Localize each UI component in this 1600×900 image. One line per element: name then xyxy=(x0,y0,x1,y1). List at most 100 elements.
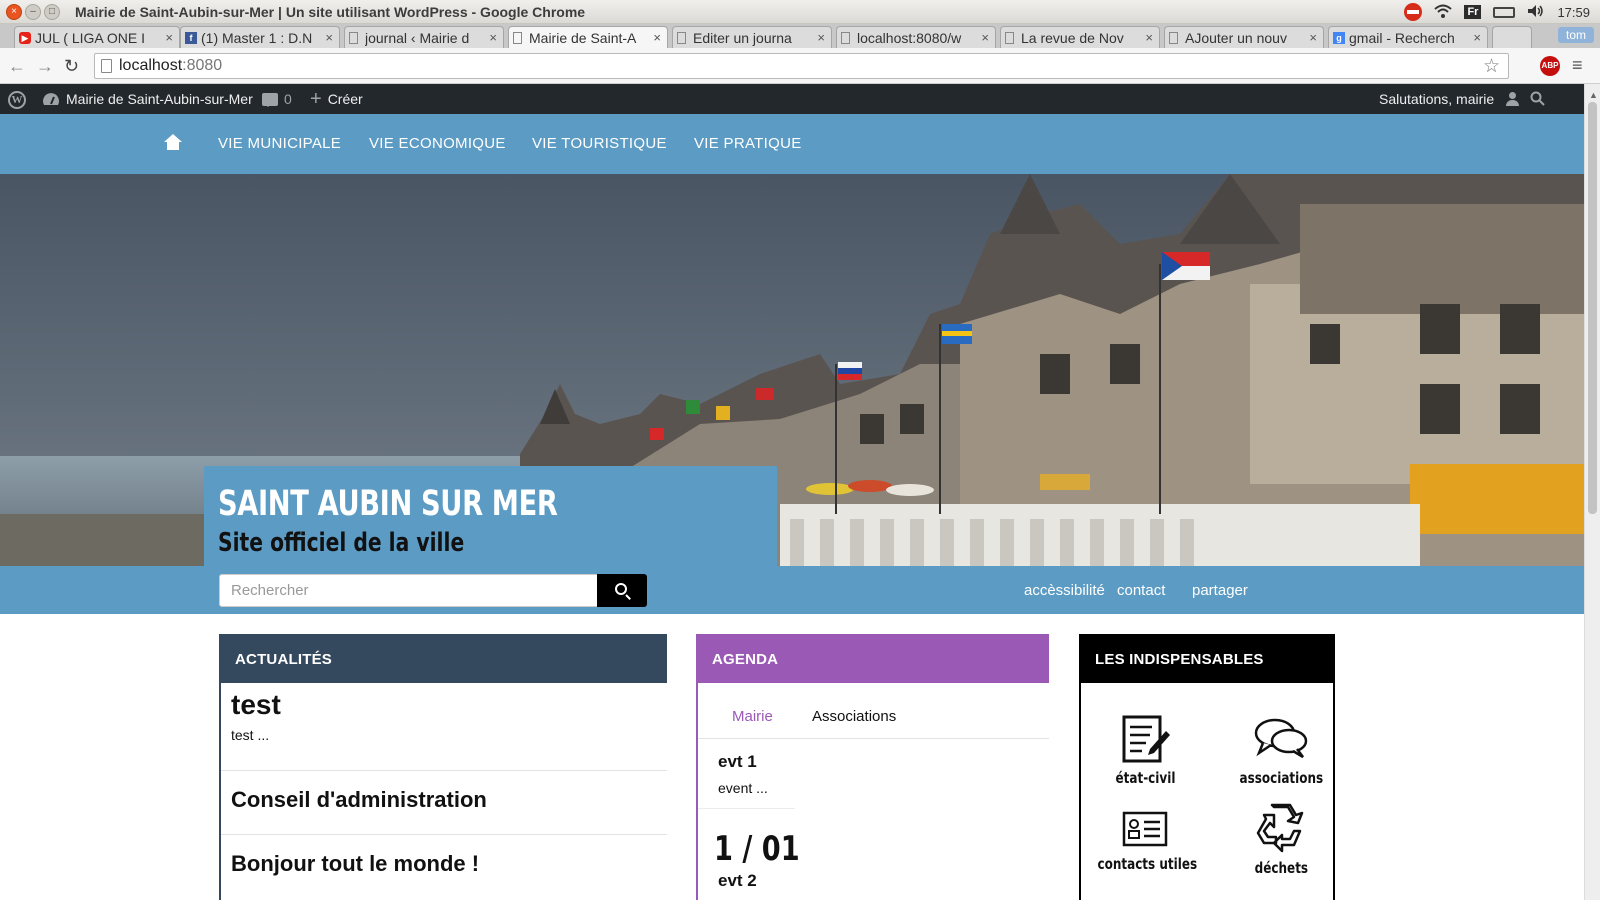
search-icon xyxy=(615,583,627,595)
event-description: event ... xyxy=(718,780,768,796)
news-widget: ACTUALITÉS test test ... Conseil d'admin… xyxy=(219,634,667,900)
news-item[interactable]: Conseil d'administration xyxy=(221,771,667,835)
news-item-excerpt: test ... xyxy=(231,727,270,743)
page-info-icon[interactable] xyxy=(101,59,112,73)
indispensable-dechets[interactable]: déchets xyxy=(1221,801,1341,878)
nav-vie-municipale[interactable]: VIE MUNICIPALE xyxy=(218,135,341,152)
volume-icon[interactable] xyxy=(1527,4,1545,21)
close-tab-icon[interactable]: × xyxy=(325,30,333,45)
tab-label: Mairie de Saint-A xyxy=(529,30,637,46)
page-viewport: W Mairie de Saint-Aubin-sur-Mer 0 + Crée… xyxy=(0,84,1584,900)
news-item[interactable]: Bonjour tout le monde ! xyxy=(221,835,667,895)
browser-tab[interactable]: La revue de Nov × xyxy=(1000,26,1160,48)
admin-create-link[interactable]: + Créer xyxy=(310,89,363,109)
agenda-body: Mairie Associations evt 1 event ... 1 / … xyxy=(696,683,1049,900)
page-icon xyxy=(349,32,358,44)
browser-tab[interactable]: ▶ JUL ( LIGA ONE I × xyxy=(14,26,180,48)
close-tab-icon[interactable]: × xyxy=(1145,30,1153,45)
wordpress-icon: W xyxy=(8,91,26,109)
comments-count: 0 xyxy=(284,91,292,107)
admin-site-link[interactable]: Mairie de Saint-Aubin-sur-Mer xyxy=(42,91,253,107)
indispensable-contacts-utiles[interactable]: contacts utiles xyxy=(1085,807,1205,874)
close-tab-icon[interactable]: × xyxy=(489,30,497,45)
indispensables-widget: LES INDISPENSABLES état-civil associatio… xyxy=(1079,634,1335,900)
news-item[interactable]: test test ... xyxy=(221,683,667,771)
url-text[interactable]: localhost:8080 xyxy=(119,57,222,75)
window-title: Mairie de Saint-Aubin-sur-Mer | Un site … xyxy=(75,4,586,20)
page-scrollbar[interactable]: ▲ xyxy=(1584,84,1600,900)
admin-site-name: Mairie de Saint-Aubin-sur-Mer xyxy=(66,91,253,107)
nav-vie-economique[interactable]: VIE ECONOMIQUE xyxy=(369,135,506,152)
news-item-title[interactable]: Conseil d'administration xyxy=(231,787,657,813)
nav-vie-touristique[interactable]: VIE TOURISTIQUE xyxy=(532,135,667,152)
home-icon[interactable] xyxy=(164,134,182,150)
scrollbar-thumb[interactable] xyxy=(1588,102,1597,514)
browser-tab[interactable]: journal ‹ Mairie d × xyxy=(344,26,504,48)
news-heading: ACTUALITÉS xyxy=(219,634,667,683)
nav-vie-pratique[interactable]: VIE PRATIQUE xyxy=(694,135,802,152)
news-item-title[interactable]: Bonjour tout le monde ! xyxy=(231,851,657,877)
reload-icon[interactable]: ↻ xyxy=(64,56,79,77)
search-input[interactable] xyxy=(219,574,598,607)
close-tab-icon[interactable]: × xyxy=(817,30,825,45)
profile-button[interactable]: tom xyxy=(1557,27,1594,43)
agenda-tabs: Mairie Associations xyxy=(698,683,1049,739)
search-submit-button[interactable] xyxy=(597,574,647,607)
accessibility-link[interactable]: accèssibilité xyxy=(1024,582,1105,599)
browser-tab[interactable]: localhost:8080/w × xyxy=(836,26,996,48)
browser-tab[interactable]: f (1) Master 1 : D.N × xyxy=(180,26,340,48)
browser-tab[interactable]: AJouter un nouv × xyxy=(1164,26,1324,48)
browser-tab[interactable]: g gmail - Recherch × xyxy=(1328,26,1488,48)
window-close-button[interactable]: × xyxy=(6,4,22,20)
browser-tab[interactable]: Editer un journa × xyxy=(672,26,832,48)
user-avatar-icon xyxy=(1506,92,1520,106)
wordpress-logo-button[interactable]: W xyxy=(8,91,26,109)
admin-greeting: Salutations, mairie xyxy=(1379,91,1495,107)
indispensable-label: contacts utiles xyxy=(1097,855,1198,873)
battery-icon[interactable] xyxy=(1493,6,1516,18)
site-title[interactable]: SAINT AUBIN SUR MER xyxy=(218,484,654,524)
admin-comments-link[interactable]: 0 xyxy=(262,91,292,107)
forward-icon[interactable]: → xyxy=(36,56,54,77)
tab-label: journal ‹ Mairie d xyxy=(365,30,470,46)
wp-admin-bar: W Mairie de Saint-Aubin-sur-Mer 0 + Crée… xyxy=(0,84,1584,114)
news-item-title[interactable]: test xyxy=(231,689,657,721)
close-tab-icon[interactable]: × xyxy=(1473,30,1481,45)
tab-label: JUL ( LIGA ONE I xyxy=(35,30,145,46)
browser-menu-icon[interactable]: ≡ xyxy=(1572,56,1588,74)
document-pen-icon xyxy=(1122,715,1170,763)
bookmark-star-icon[interactable]: ☆ xyxy=(1483,55,1500,78)
window-maximize-button[interactable]: □ xyxy=(44,4,60,20)
close-tab-icon[interactable]: × xyxy=(1309,30,1317,45)
keyboard-layout-indicator[interactable]: Fr xyxy=(1464,5,1482,19)
close-tab-icon[interactable]: × xyxy=(653,30,661,45)
contact-link[interactable]: contact xyxy=(1117,582,1165,599)
event-title[interactable]: evt 2 xyxy=(698,871,1049,891)
dashboard-icon xyxy=(43,93,59,105)
close-tab-icon[interactable]: × xyxy=(981,30,989,45)
agenda-event[interactable]: evt 1 event ... xyxy=(698,739,795,809)
new-tab-button[interactable] xyxy=(1492,26,1532,48)
admin-search-button[interactable] xyxy=(1530,91,1545,106)
no-entry-icon[interactable] xyxy=(1404,3,1423,21)
share-link[interactable]: partager xyxy=(1192,582,1248,599)
back-icon[interactable]: ← xyxy=(8,56,26,77)
page-icon xyxy=(841,32,850,44)
scroll-up-icon[interactable]: ▲ xyxy=(1589,90,1598,100)
clock[interactable]: 17:59 xyxy=(1557,5,1590,20)
browser-tab-active[interactable]: Mairie de Saint-A × xyxy=(508,26,668,48)
tab-label: (1) Master 1 : D.N xyxy=(201,30,313,46)
wifi-icon[interactable] xyxy=(1434,4,1453,21)
event-title[interactable]: evt 1 xyxy=(718,752,795,772)
close-tab-icon[interactable]: × xyxy=(165,30,173,45)
indispensable-etat-civil[interactable]: état-civil xyxy=(1085,713,1205,788)
window-minimize-button[interactable]: – xyxy=(25,4,41,20)
event-date: 1 / 01 xyxy=(714,829,800,869)
browser-toolbar: ← → ↻ localhost:8080 ☆ ABP ≡ xyxy=(0,48,1600,84)
indispensable-associations[interactable]: associations xyxy=(1221,713,1341,788)
adblock-icon[interactable]: ABP xyxy=(1540,56,1560,76)
admin-account-link[interactable]: Salutations, mairie xyxy=(1379,91,1520,107)
tab-associations[interactable]: Associations xyxy=(812,708,896,725)
address-bar[interactable]: localhost:8080 ☆ xyxy=(94,53,1509,79)
tab-mairie[interactable]: Mairie xyxy=(732,708,773,725)
